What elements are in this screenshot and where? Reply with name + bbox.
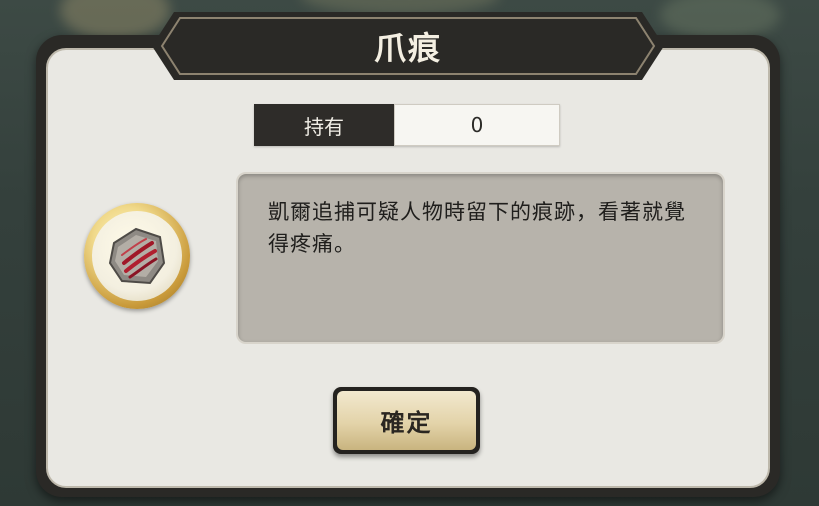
- claw-mark-stone-icon: [84, 203, 190, 309]
- confirm-button[interactable]: 確定: [333, 387, 480, 454]
- item-description-box: 凱爾追捕可疑人物時留下的痕跡，看著就覺得疼痛。: [236, 172, 725, 344]
- item-description: 凱爾追捕可疑人物時留下的痕跡，看著就覺得疼痛。: [268, 200, 686, 256]
- background-decoration: [660, 0, 780, 40]
- owned-count-row: 持有 0: [254, 104, 560, 146]
- dialog-title: 爪痕: [373, 29, 442, 67]
- owned-value: 0: [394, 104, 560, 146]
- confirm-button-label: 確定: [337, 391, 476, 450]
- owned-label: 持有: [254, 104, 394, 146]
- title-banner: 爪痕: [152, 8, 664, 84]
